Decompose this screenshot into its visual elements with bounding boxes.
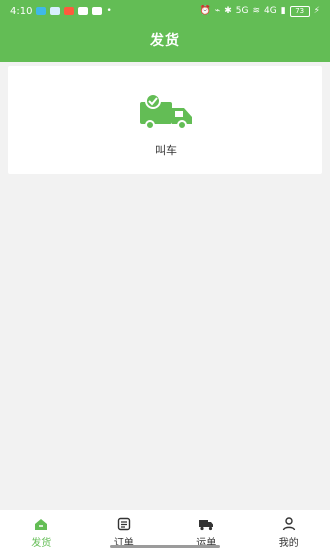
bottom-nav: 发货 订单 运单 我的 (0, 510, 330, 550)
status-right: ⏰ ⌁ ✱ 5G ≋ 4G ▮ 73 ⚡ (199, 5, 320, 17)
home-icon (35, 519, 48, 530)
call-car-button[interactable]: 叫车 (131, 92, 201, 158)
signal-icon: ▮ (280, 6, 286, 16)
message-notification-icon (50, 7, 61, 15)
nav-item-profile[interactable]: 我的 (248, 510, 330, 550)
call-car-label: 叫车 (155, 144, 177, 157)
bluetooth-icon: ✱ (224, 6, 232, 16)
vibrate-icon: ⌁ (214, 6, 221, 16)
network-5g-icon: 5G (235, 6, 249, 16)
more-notifications-icon: • (106, 6, 112, 16)
dispatch-card: 叫车 (8, 66, 322, 174)
app2-notification-icon (92, 7, 103, 15)
video-notification-icon (64, 7, 75, 15)
nav-item-ship[interactable]: 发货 (0, 510, 83, 550)
network-4g-icon: 4G (264, 6, 277, 16)
alarm-icon: ⏰ (199, 6, 211, 16)
user-icon (282, 517, 295, 531)
status-bar: 4:10 • ⏰ ⌁ ✱ 5G ≋ 4G ▮ 73 ⚡ (0, 0, 330, 22)
app-notification-icon (36, 7, 47, 15)
status-left: 4:10 • (10, 6, 112, 17)
top-bar: 4:10 • ⏰ ⌁ ✱ 5G ≋ 4G ▮ 73 ⚡ 发货 (0, 0, 330, 62)
nav-item-orders[interactable]: 订单 (83, 510, 166, 550)
wifi-icon: ≋ (252, 6, 261, 16)
home-indicator[interactable] (110, 545, 220, 548)
truck-check-icon (140, 93, 192, 130)
battery-icon: 73 (289, 5, 310, 17)
nav-label-profile: 我的 (278, 538, 299, 549)
charging-icon: ⚡ (313, 6, 320, 16)
status-time: 4:10 (10, 5, 33, 17)
page-title: 发货 (150, 33, 180, 49)
nav-item-waybills[interactable]: 运单 (165, 510, 248, 550)
list-icon (117, 517, 130, 531)
shop-notification-icon (78, 7, 89, 15)
nav-label-ship: 发货 (31, 538, 52, 549)
truck-icon (199, 520, 214, 531)
